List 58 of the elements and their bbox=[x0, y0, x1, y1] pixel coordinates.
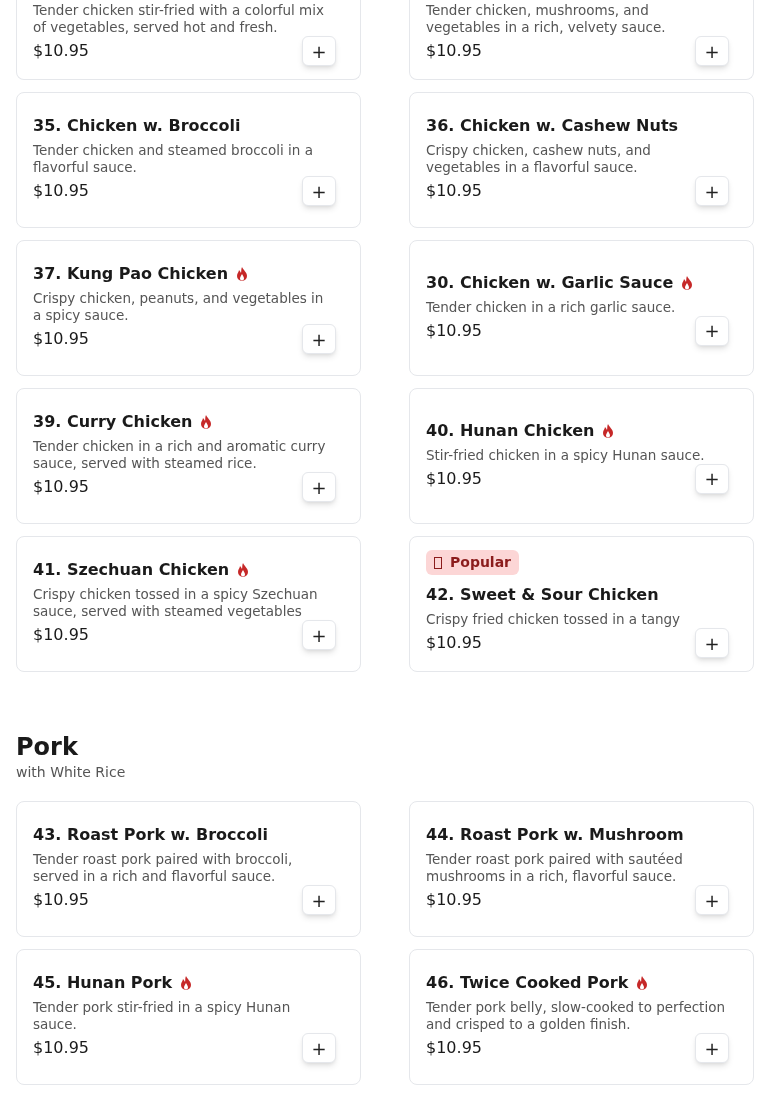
dish-title: 43. Roast Pork w. Broccoli bbox=[33, 824, 268, 846]
dish-price: $10.95 bbox=[33, 328, 89, 350]
dish-title: 30. Chicken w. Garlic Sauce bbox=[426, 271, 674, 294]
dish-title: 44. Roast Pork w. Mushroom bbox=[426, 824, 684, 846]
dish-price: $10.95 bbox=[33, 476, 89, 498]
square-icon bbox=[434, 556, 442, 569]
dish-description: Crispy chicken, peanuts, and vegetables in a spicy sauce. bbox=[33, 290, 325, 324]
dish-description: Crispy chicken tossed in a spicy Szechuan sauce, served with steamed vegetables bbox=[33, 586, 319, 620]
add-button[interactable]: + bbox=[302, 472, 336, 502]
dish-price: $10.95 bbox=[33, 40, 89, 62]
dish-title: 46. Twice Cooked Pork bbox=[426, 972, 629, 994]
dish-description: Tender chicken and steamed broccoli in a flavorful sauce. bbox=[33, 142, 314, 176]
add-button[interactable]: + bbox=[302, 1033, 336, 1063]
add-button[interactable]: + bbox=[695, 176, 729, 206]
dish-description: Tender chicken, mushrooms, and vegetables in a rich, velvety sauce. bbox=[426, 2, 667, 36]
dish-title: 39. Curry Chicken bbox=[33, 411, 193, 433]
section-title: Pork bbox=[16, 732, 79, 762]
dish-description: Tender chicken in a rich and aromatic curry sauce, served with steamed rice. bbox=[33, 438, 327, 472]
add-button[interactable]: + bbox=[302, 176, 336, 206]
badge-label: Popular bbox=[450, 553, 512, 572]
dish-description: Stir-fried chicken in a spicy Hunan sauce. bbox=[426, 446, 706, 464]
dish-price: $10.95 bbox=[426, 319, 482, 342]
dish-title: 45. Hunan Pork bbox=[33, 972, 173, 994]
add-button[interactable]: + bbox=[695, 628, 729, 658]
add-button[interactable]: + bbox=[695, 1033, 729, 1063]
dish-title: 36. Chicken w. Cashew Nuts bbox=[426, 115, 679, 137]
dish-description: Crispy fried chicken tossed in a tangy bbox=[426, 611, 682, 628]
dish-price: $10.95 bbox=[426, 1037, 482, 1059]
dish-description: Tender pork belly, slow-cooked to perfection and crisped to a golden finish. bbox=[426, 999, 726, 1033]
add-button[interactable]: + bbox=[695, 463, 729, 494]
add-button[interactable]: + bbox=[302, 885, 336, 915]
add-button[interactable]: + bbox=[695, 315, 729, 346]
add-button[interactable]: + bbox=[302, 324, 336, 354]
dish-description: Tender roast pork paired with sautéed mushrooms in a rich, flavorful sauce. bbox=[426, 851, 684, 885]
dish-title: 40. Hunan Chicken bbox=[426, 419, 595, 442]
dish-title: 41. Szechuan Chicken bbox=[33, 559, 230, 581]
dish-description: Tender pork stir-fried in a spicy Hunan sauce. bbox=[33, 999, 292, 1033]
dish-price: $10.95 bbox=[426, 180, 482, 202]
dish-title: 35. Chicken w. Broccoli bbox=[33, 115, 241, 137]
dish-title: 37. Kung Pao Chicken bbox=[33, 263, 229, 285]
add-button[interactable]: + bbox=[302, 36, 336, 66]
dish-price: $10.95 bbox=[33, 1037, 89, 1059]
add-button[interactable]: + bbox=[695, 36, 729, 66]
add-button[interactable]: + bbox=[695, 885, 729, 915]
dish-title: 42. Sweet & Sour Chicken bbox=[426, 584, 659, 606]
add-button[interactable]: + bbox=[302, 620, 336, 650]
dish-description: Tender chicken stir-fried with a colorful mix of vegetables, served hot and fresh. bbox=[33, 2, 325, 36]
dish-price: $10.95 bbox=[33, 624, 89, 646]
dish-description: Tender chicken in a rich garlic sauce. bbox=[426, 298, 677, 316]
dish-price: $10.95 bbox=[426, 632, 482, 654]
dish-description: Crispy chicken, cashew nuts, and vegetables in a flavorful sauce. bbox=[426, 142, 652, 176]
dish-description: Tender roast pork paired with broccoli, served in a rich and flavorful sauce. bbox=[33, 851, 294, 885]
section-subtitle: with White Rice bbox=[16, 763, 127, 782]
dish-price: $10.95 bbox=[426, 467, 482, 490]
dish-price: $10.95 bbox=[426, 40, 482, 62]
dish-price: $10.95 bbox=[33, 180, 89, 202]
dish-price: $10.95 bbox=[426, 889, 482, 911]
dish-price: $10.95 bbox=[33, 889, 89, 911]
